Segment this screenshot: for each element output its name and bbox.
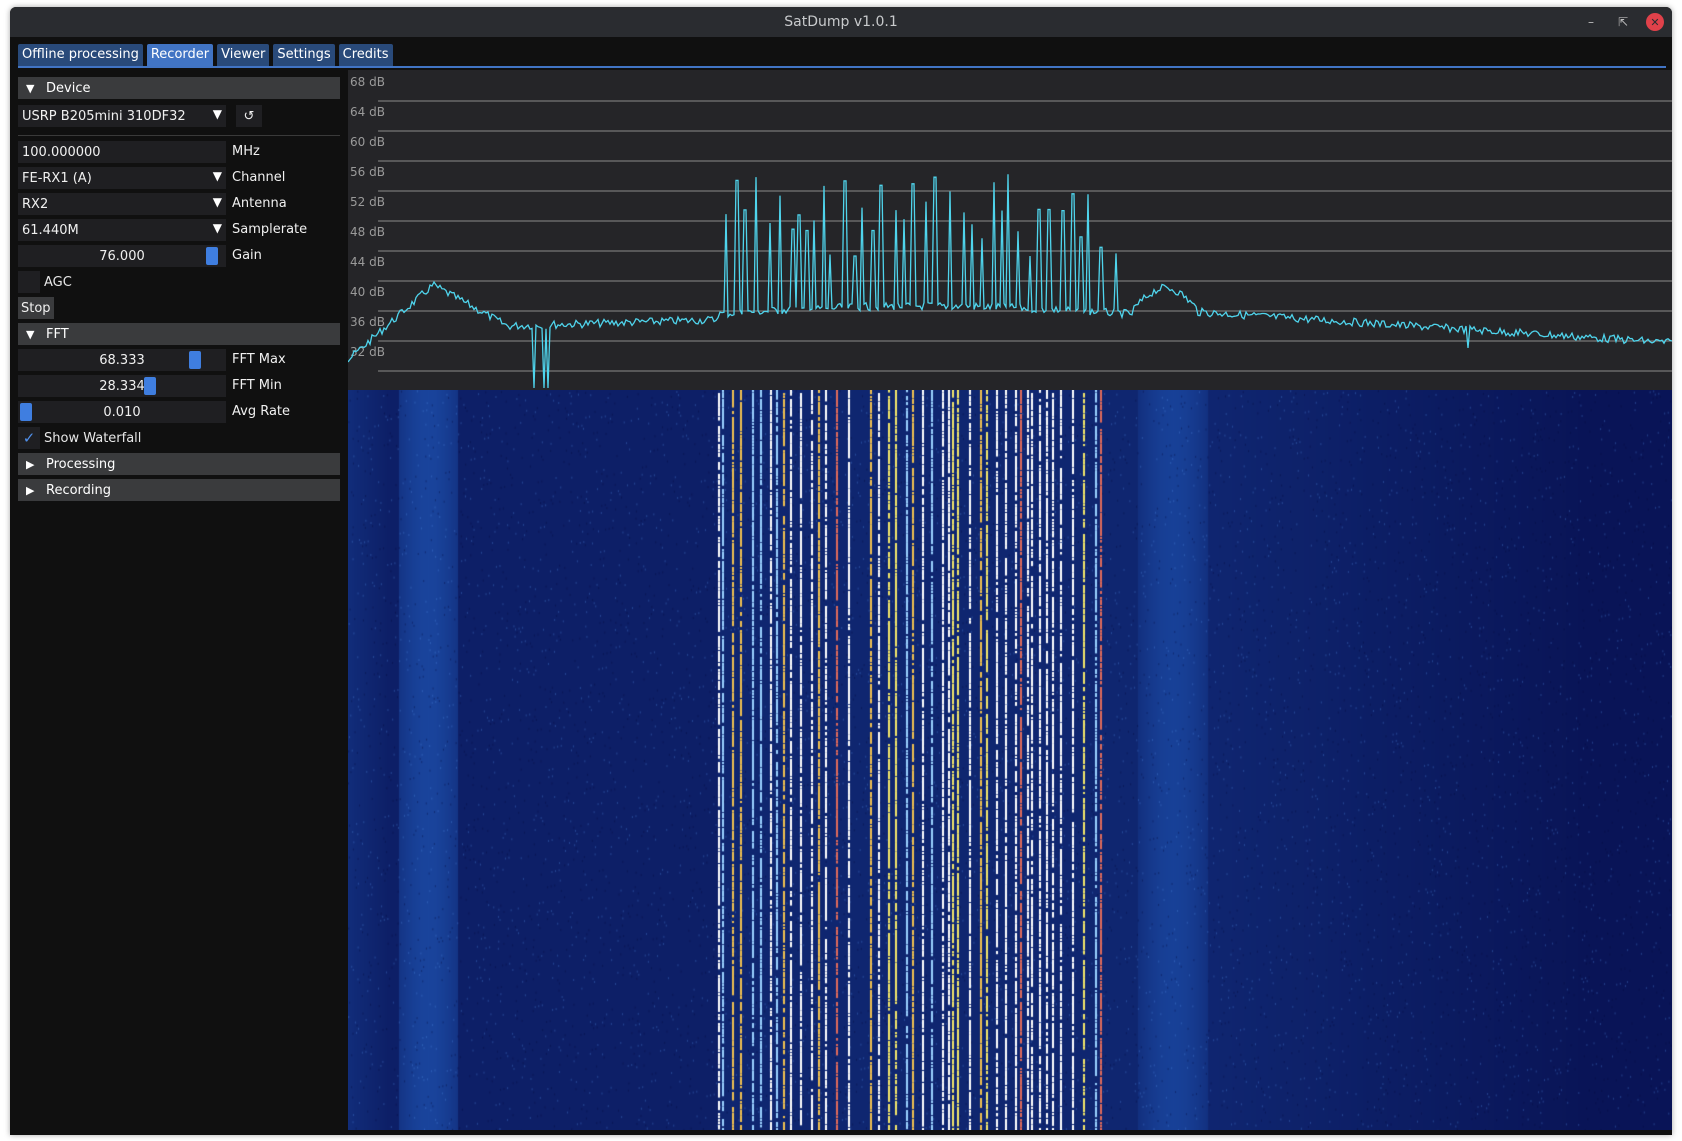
main-tabs: Offline processing Recorder Viewer Setti… — [18, 44, 393, 66]
window-title: SatDump v1.0.1 — [784, 14, 898, 30]
fft-spectrum-plot[interactable]: 68 dB 64 dB 60 dB 56 dB 52 dB 48 dB 44 dB 40 dB… — [348, 70, 1672, 390]
checkmark-icon: ✓ — [22, 429, 36, 447]
db-axis-label: 44 dB — [350, 255, 385, 269]
tab-underline — [18, 66, 1666, 68]
db-axis-label: 40 dB — [350, 285, 385, 299]
window-controls: – ⇱ ✕ — [1582, 13, 1664, 31]
agc-label: AGC — [44, 274, 72, 290]
collapse-arrow-icon: ▼ — [26, 81, 35, 95]
dropdown-arrow-icon: ▼ — [212, 221, 222, 235]
db-axis-label: 48 dB — [350, 225, 385, 239]
samplerate-label: Samplerate — [232, 222, 308, 237]
fft-section-header[interactable]: ▼ FFT — [18, 323, 340, 345]
minimize-button[interactable]: – — [1582, 13, 1600, 31]
db-axis-label: 56 dB — [350, 165, 385, 179]
samplerate-select[interactable]: 61.440M ▼ — [18, 219, 226, 241]
device-header-label: Device — [46, 80, 91, 96]
close-button[interactable]: ✕ — [1646, 13, 1664, 31]
channel-label: Channel — [232, 170, 286, 185]
fft-header-label: FFT — [46, 326, 69, 342]
tab-recorder[interactable]: Recorder — [146, 44, 214, 66]
dropdown-arrow-icon: ▼ — [212, 107, 222, 121]
db-axis-label: 36 dB — [350, 315, 385, 329]
fft-max-slider[interactable]: 68.333 — [18, 349, 226, 371]
antenna-select-value: RX2 — [22, 196, 49, 212]
title-bar: SatDump v1.0.1 – ⇱ ✕ — [10, 7, 1672, 37]
stop-button[interactable]: Stop — [18, 297, 54, 319]
tab-offline-processing[interactable]: Offline processing — [18, 44, 143, 66]
frequency-unit-label: MHz — [232, 144, 260, 159]
db-axis-label: 52 dB — [350, 195, 385, 209]
db-axis-label: 60 dB — [350, 135, 385, 149]
maximize-button[interactable]: ⇱ — [1614, 13, 1632, 31]
frequency-input[interactable]: 100.000000 — [18, 141, 226, 163]
db-axis-label: 68 dB — [350, 75, 385, 89]
antenna-label: Antenna — [232, 196, 287, 211]
app-window: SatDump v1.0.1 – ⇱ ✕ Offline processing … — [10, 7, 1672, 1135]
avg-rate-value: 0.010 — [103, 404, 141, 420]
fft-min-slider[interactable]: 28.334 — [18, 375, 226, 397]
divider — [18, 135, 340, 136]
db-axis-label: 32 dB — [350, 345, 385, 359]
device-select[interactable]: USRP B205mini 310DF32 ▼ — [18, 105, 226, 127]
tab-credits[interactable]: Credits — [338, 44, 393, 66]
recorder-sidebar: ▼ Device USRP B205mini 310DF32 ▼ ↺ 100.0… — [18, 71, 340, 1131]
slider-grab[interactable] — [20, 403, 32, 421]
db-axis-label: 64 dB — [350, 105, 385, 119]
refresh-icon: ↺ — [243, 108, 255, 124]
expand-arrow-icon: ▶ — [26, 457, 35, 471]
fft-min-label: FFT Min — [232, 378, 282, 393]
show-waterfall-label: Show Waterfall — [44, 430, 142, 446]
device-section-header[interactable]: ▼ Device — [18, 77, 340, 99]
tab-viewer[interactable]: Viewer — [217, 44, 270, 66]
avg-rate-slider[interactable]: 0.010 — [18, 401, 226, 423]
gain-value: 76.000 — [99, 248, 145, 264]
fft-max-label: FFT Max — [232, 352, 286, 367]
waterfall-display[interactable] — [348, 390, 1672, 1130]
slider-grab[interactable] — [188, 351, 201, 369]
refresh-devices-button[interactable]: ↺ — [236, 105, 262, 127]
dropdown-arrow-icon: ▼ — [212, 195, 222, 209]
gain-slider[interactable]: 76.000 — [18, 245, 226, 267]
agc-checkbox[interactable] — [18, 271, 40, 293]
device-select-value: USRP B205mini 310DF32 — [22, 108, 186, 124]
collapse-arrow-icon: ▼ — [26, 327, 35, 341]
fft-max-value: 68.333 — [99, 352, 145, 368]
processing-section-header[interactable]: ▶ Processing — [18, 453, 340, 475]
show-waterfall-checkbox[interactable]: ✓ — [18, 427, 40, 449]
slider-grab[interactable] — [144, 377, 157, 395]
expand-arrow-icon: ▶ — [26, 483, 35, 497]
gain-label: Gain — [232, 248, 262, 263]
recording-section-header[interactable]: ▶ Recording — [18, 479, 340, 501]
avg-rate-label: Avg Rate — [232, 404, 291, 419]
samplerate-select-value: 61.440M — [22, 222, 79, 238]
recording-header-label: Recording — [46, 482, 112, 498]
slider-grab[interactable] — [206, 247, 219, 265]
channel-select[interactable]: FE-RX1 (A) ▼ — [18, 167, 226, 189]
antenna-select[interactable]: RX2 ▼ — [18, 193, 226, 215]
channel-select-value: FE-RX1 (A) — [22, 170, 92, 186]
tab-settings[interactable]: Settings — [273, 44, 335, 66]
dropdown-arrow-icon: ▼ — [212, 169, 222, 183]
processing-header-label: Processing — [46, 456, 116, 472]
fft-min-value: 28.334 — [99, 378, 145, 394]
